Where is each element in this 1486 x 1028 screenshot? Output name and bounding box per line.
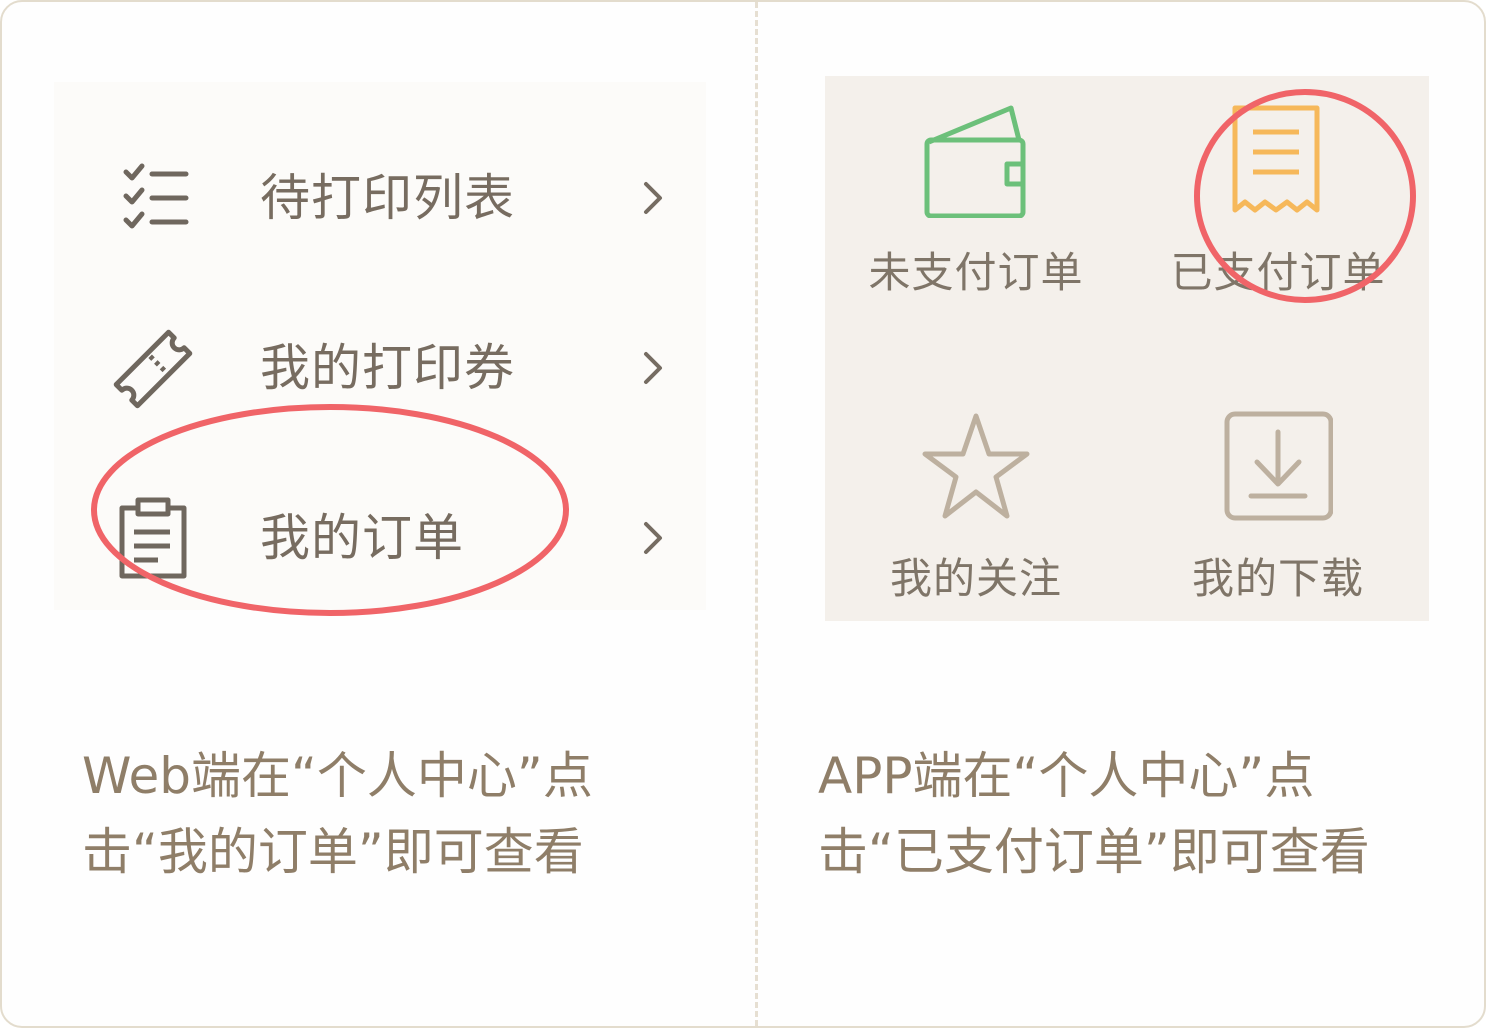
wallet-icon (924, 105, 1026, 218)
web-menu-item-print-coupons[interactable]: 我的打印券 (54, 308, 706, 428)
web-menu-item-my-orders[interactable]: 我的订单 (54, 478, 706, 598)
app-caption: APP端在“个人中心”点 击“已支付订单”即可查看 (818, 738, 1370, 890)
checklist-icon (123, 163, 189, 229)
clipboard-icon (119, 497, 187, 579)
chevron-right-icon (644, 352, 662, 384)
app-caption-line: 击“已支付订单”即可查看 (818, 823, 1370, 881)
web-caption-line: Web端在“个人中心”点 (82, 747, 593, 805)
web-menu-item-print-list[interactable]: 待打印列表 (54, 138, 706, 258)
download-icon (1224, 411, 1333, 521)
web-caption-line: 击“我的订单”即可查看 (82, 823, 584, 881)
comparison-card: 待打印列表 我的打印券 我的订单 未支付订单 已支付订单 我的关注 我的下载 W… (0, 0, 1486, 1028)
web-menu-panel: 待打印列表 我的打印券 我的订单 (54, 82, 706, 610)
app-item-label: 我的下载 (1191, 554, 1364, 603)
chevron-right-icon (644, 182, 662, 214)
dashed-divider (755, 2, 758, 1026)
ticket-icon (113, 329, 193, 409)
app-item-downloads[interactable]: 我的下载 (1127, 348, 1429, 620)
app-item-label: 未支付订单 (868, 248, 1084, 297)
web-menu-label: 待打印列表 (260, 169, 515, 227)
app-menu-panel: 未支付订单 已支付订单 我的关注 我的下载 (825, 76, 1429, 621)
app-item-label: 已支付订单 (1170, 248, 1386, 297)
app-item-label: 我的关注 (889, 554, 1062, 603)
app-item-following[interactable]: 我的关注 (825, 348, 1127, 620)
web-menu-label: 我的打印券 (260, 339, 515, 397)
web-menu-label: 我的订单 (260, 509, 464, 567)
app-caption-line: APP端在“个人中心”点 (818, 747, 1315, 805)
app-item-unpaid-orders[interactable]: 未支付订单 (825, 76, 1127, 348)
web-caption: Web端在“个人中心”点 击“我的订单”即可查看 (82, 738, 593, 890)
receipt-icon (1232, 105, 1320, 213)
star-icon (922, 413, 1030, 519)
app-item-paid-orders[interactable]: 已支付订单 (1127, 76, 1429, 348)
chevron-right-icon (644, 522, 662, 554)
